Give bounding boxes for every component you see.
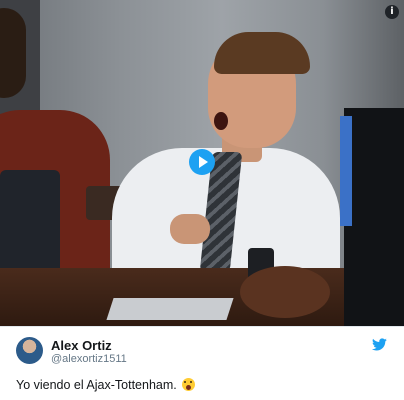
twitter-bird-icon[interactable] xyxy=(372,338,387,351)
video-frame-laptop xyxy=(106,298,234,320)
video-frame-monitor xyxy=(344,108,404,326)
video-frame-man-hair xyxy=(214,32,310,74)
author-name[interactable]: Alex Ortiz xyxy=(51,338,112,353)
video-frame-man-hand xyxy=(170,214,210,244)
video-frame-man-mouth xyxy=(214,112,228,130)
video-frame-monitor-screen xyxy=(340,116,352,226)
info-icon[interactable]: i xyxy=(385,5,399,19)
screaming-face-emoji-icon xyxy=(182,378,196,391)
media-divider xyxy=(0,326,404,327)
avatar[interactable] xyxy=(16,337,43,364)
author-handle[interactable]: @alexortiz1511 xyxy=(51,353,127,365)
video-frame-football xyxy=(240,266,330,318)
tweet-text-content: Yo viendo el Ajax-Tottenham. xyxy=(16,378,177,392)
tweet-text: Yo viendo el Ajax-Tottenham. xyxy=(16,378,196,392)
tweet-media-video[interactable]: i xyxy=(0,0,404,326)
play-icon[interactable] xyxy=(189,149,215,175)
video-frame-person-left-head xyxy=(0,8,26,98)
